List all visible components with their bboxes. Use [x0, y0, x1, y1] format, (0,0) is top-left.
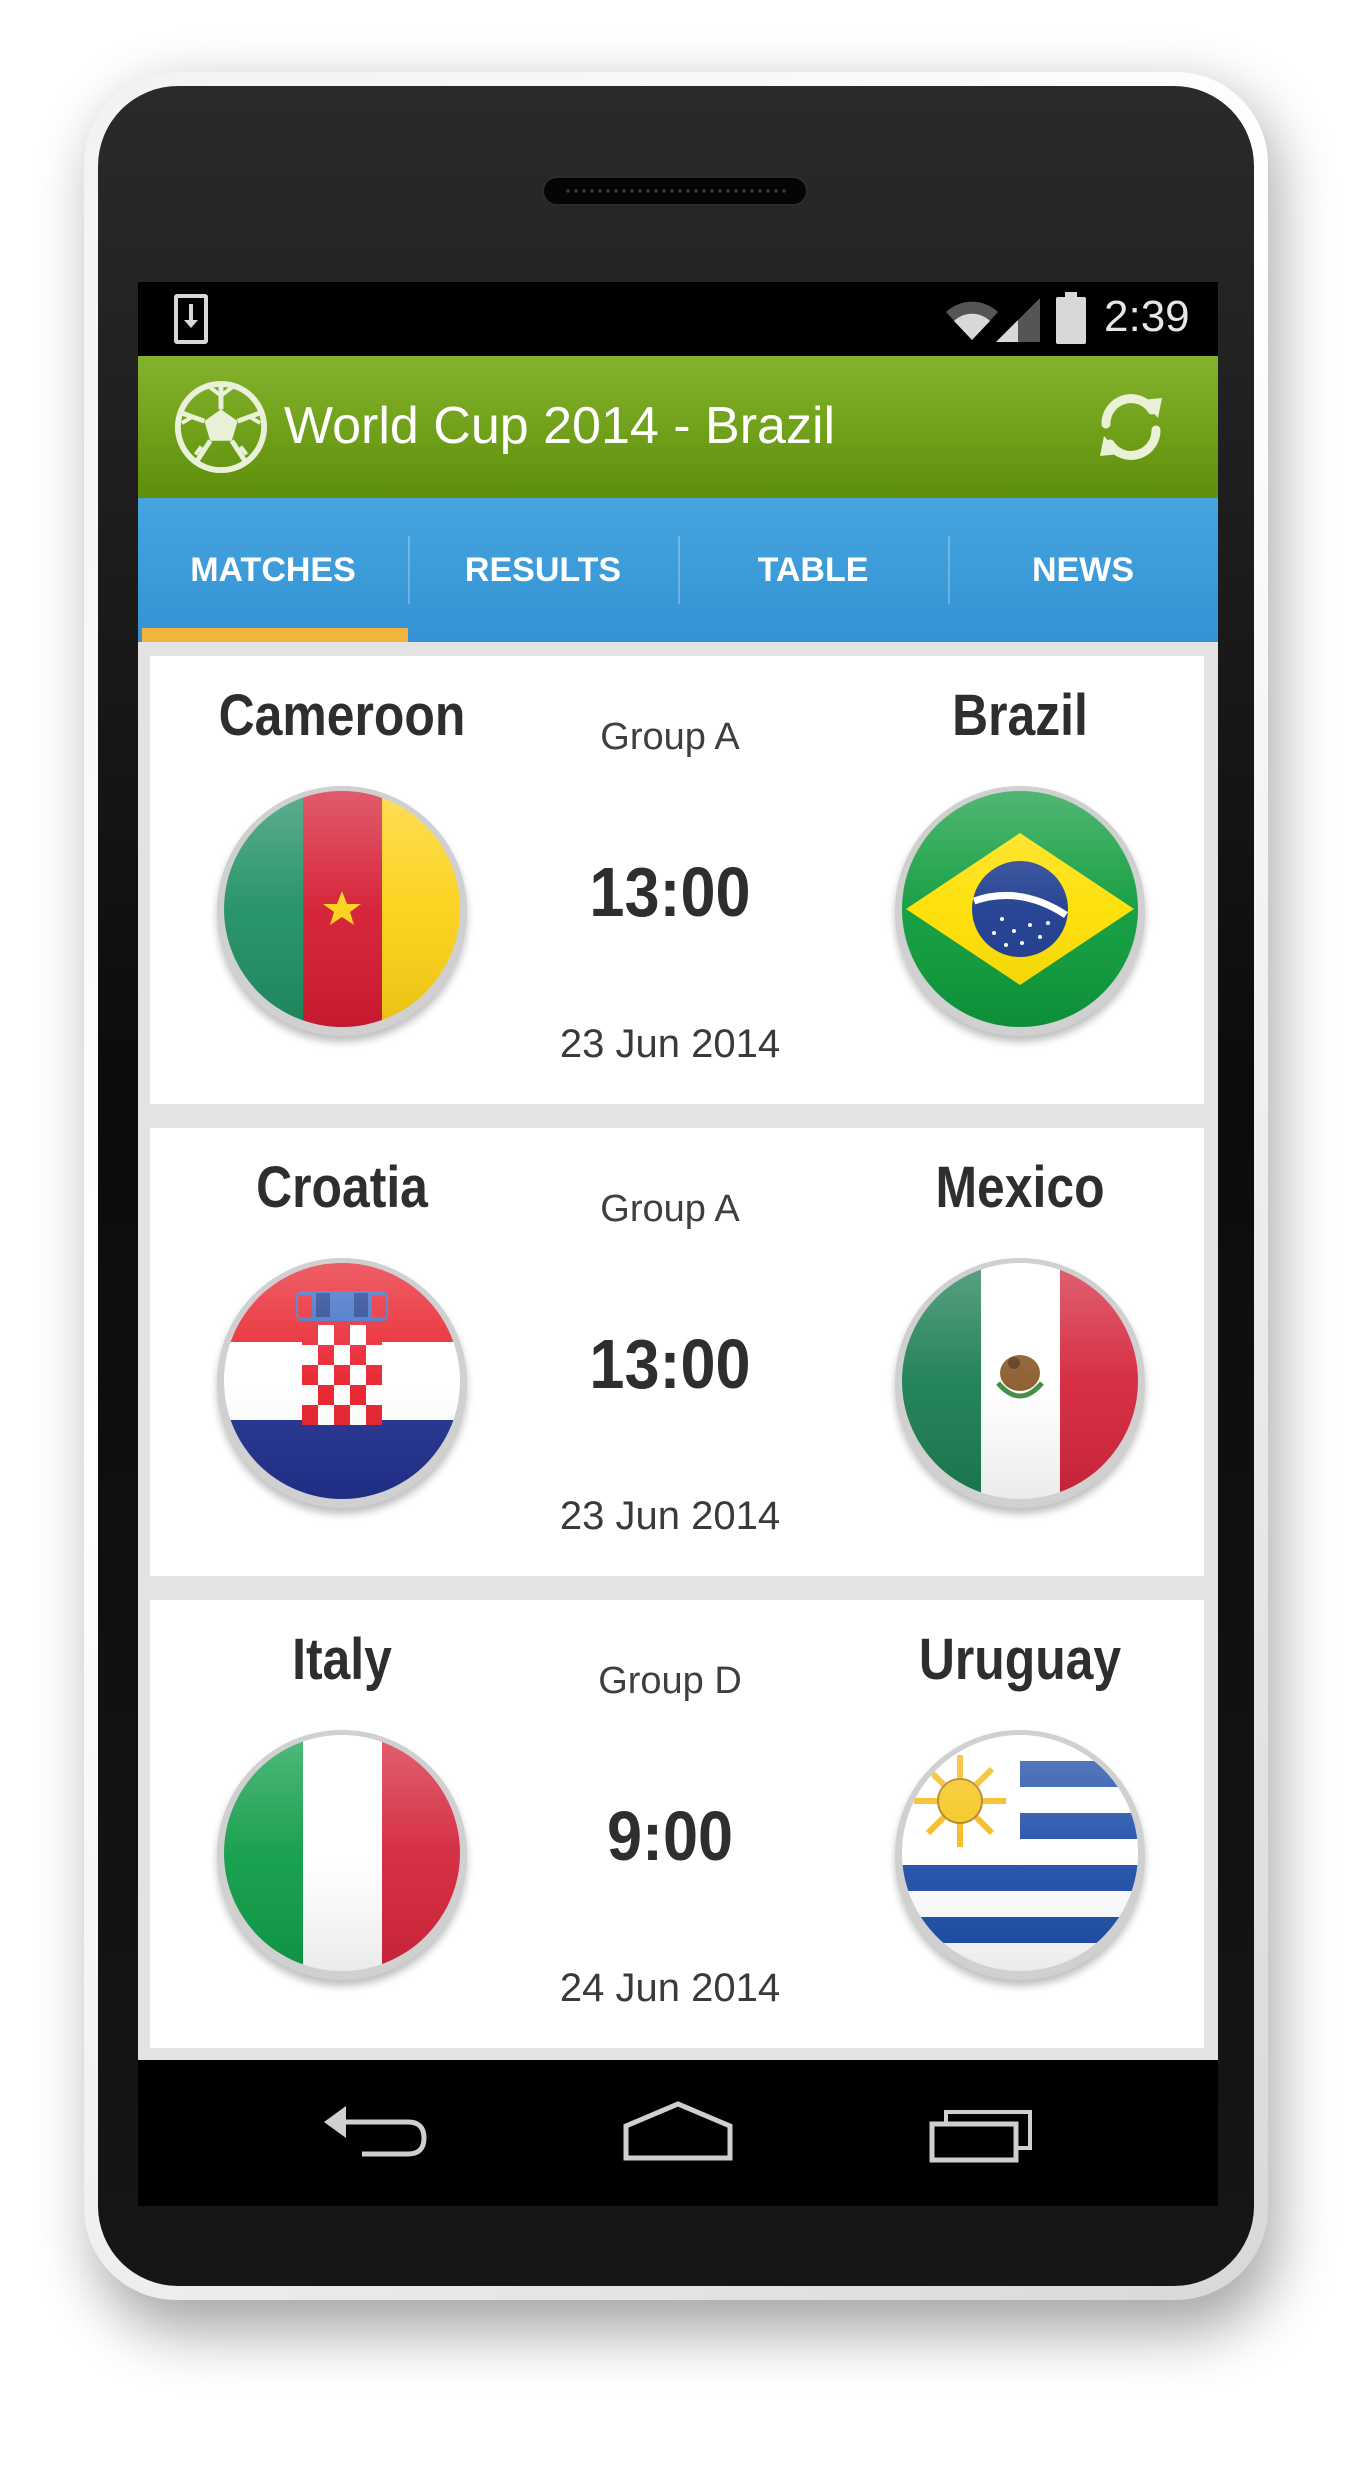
match-date: 23 Jun 2014 — [559, 1494, 781, 1538]
tab-matches[interactable]: MATCHES — [138, 498, 408, 642]
home-team: Italy — [192, 1600, 492, 2048]
tab-bar: MATCHES RESULTS TABLE NEWS — [138, 498, 1218, 642]
away-team: Mexico — [870, 1128, 1170, 1576]
brazil-flag-icon — [895, 786, 1145, 1036]
match-time: 13:00 — [589, 1325, 751, 1403]
home-team-name: Cameroon — [218, 683, 466, 748]
tab-results[interactable]: RESULTS — [408, 498, 678, 642]
action-bar: World Cup 2014 - Brazil — [138, 356, 1218, 498]
tab-table[interactable]: TABLE — [678, 498, 948, 642]
mexico-flag-icon — [895, 1258, 1145, 1508]
signal-icon — [996, 298, 1040, 342]
uruguay-flag-icon — [895, 1730, 1145, 1980]
match-group: Group A — [600, 716, 740, 758]
home-team: Croatia — [192, 1128, 492, 1576]
match-info: Group A 13:00 23 Jun 2014 — [505, 656, 835, 1104]
screen: 2:39 World Cup 2014 - Brazil MATCHES RES… — [138, 282, 1218, 2206]
tab-news[interactable]: NEWS — [948, 498, 1218, 642]
match-info: Group A 13:00 23 Jun 2014 — [505, 1128, 835, 1576]
away-team-name: Uruguay — [918, 1627, 1122, 1692]
status-bar: 2:39 — [138, 282, 1218, 356]
back-icon[interactable] — [316, 2098, 436, 2168]
status-clock: 2:39 — [1104, 292, 1190, 341]
app-title: World Cup 2014 - Brazil — [284, 397, 836, 455]
cameroon-flag-icon — [217, 786, 467, 1036]
match-group: Group A — [600, 1188, 740, 1230]
download-icon — [174, 294, 208, 344]
phone-speaker — [542, 176, 808, 206]
match-card[interactable]: Italy Group D 9:00 24 Jun 2014 Uruguay — [150, 1600, 1204, 2048]
croatia-flag-icon — [217, 1258, 467, 1508]
navigation-bar — [138, 2060, 1218, 2206]
home-team-name: Italy — [292, 1627, 392, 1692]
match-group: Group D — [598, 1660, 742, 1702]
match-info: Group D 9:00 24 Jun 2014 — [505, 1600, 835, 2048]
soccer-ball-icon — [174, 380, 268, 474]
away-team: Brazil — [870, 656, 1170, 1104]
away-team-name: Mexico — [935, 1155, 1105, 1220]
battery-icon — [1056, 292, 1086, 344]
home-team: Cameroon — [192, 656, 492, 1104]
italy-flag-icon — [217, 1730, 467, 1980]
recent-apps-icon[interactable] — [924, 2098, 1044, 2168]
match-time: 13:00 — [589, 853, 751, 931]
wifi-icon — [946, 301, 998, 340]
refresh-icon[interactable] — [1090, 386, 1172, 468]
match-card[interactable]: Cameroon Group A 13:00 23 Jun 2014 Brazi… — [150, 656, 1204, 1104]
home-icon[interactable] — [618, 2098, 738, 2168]
away-team-name: Brazil — [952, 683, 1088, 748]
match-list: Cameroon Group A 13:00 23 Jun 2014 Brazi… — [138, 642, 1218, 2060]
away-team: Uruguay — [870, 1600, 1170, 2048]
match-date: 24 Jun 2014 — [559, 1966, 781, 2010]
match-card[interactable]: Croatia Group A 13:00 23 Jun 2014 Mexico — [150, 1128, 1204, 1576]
home-team-name: Croatia — [256, 1155, 428, 1220]
match-date: 23 Jun 2014 — [559, 1022, 781, 1066]
match-time: 9:00 — [606, 1797, 734, 1875]
